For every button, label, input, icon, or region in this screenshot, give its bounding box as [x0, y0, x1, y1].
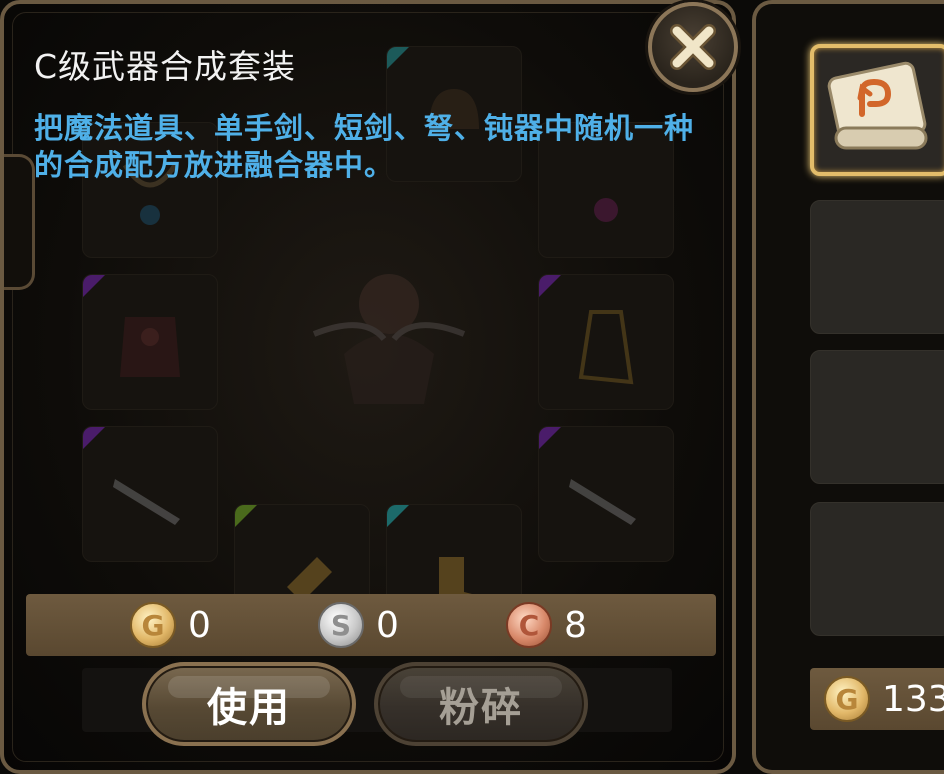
inventory-gold-amount: 133: [882, 678, 944, 720]
inventory-gold-bar: G 133: [810, 668, 944, 730]
character-silhouette: [312, 274, 466, 404]
gold-coin-letter: G: [141, 608, 165, 642]
gold-coin-icon: G: [824, 676, 870, 722]
item-detail-panel: C级武器合成套装 把魔法道具、单手剑、短剑、弩、钝器中随机一种的合成配方放进融合…: [0, 0, 736, 774]
gold-currency: G 0: [130, 602, 211, 648]
silver-coin-icon: S: [318, 602, 364, 648]
inventory-slot-empty[interactable]: [810, 200, 944, 334]
equipment-slot-cloak: [538, 274, 674, 410]
rarity-corner: [83, 275, 105, 297]
currency-bar: G 0 S 0 C 8: [26, 594, 716, 656]
rarity-corner: [387, 505, 409, 527]
use-button[interactable]: 使用: [142, 662, 356, 746]
gold-coin-icon: G: [130, 602, 176, 648]
rarity-corner: [235, 505, 257, 527]
copper-amount: 8: [564, 604, 587, 646]
gold-coin-letter: G: [835, 682, 859, 716]
inventory-slot-empty[interactable]: [810, 350, 944, 484]
copper-coin-icon: C: [506, 602, 552, 648]
smash-button[interactable]: 粉碎: [374, 662, 588, 746]
armor-icon: [120, 317, 180, 377]
smash-button-label: 粉碎: [439, 685, 523, 731]
gold-amount: 0: [188, 604, 211, 646]
rarity-corner: [539, 427, 561, 449]
close-x-icon: [670, 24, 716, 70]
inventory-slot-selected[interactable]: [810, 44, 944, 176]
panel-edge-tab: [4, 154, 35, 290]
copper-currency: C 8: [506, 602, 587, 648]
copper-coin-letter: C: [518, 608, 540, 642]
rarity-corner: [539, 275, 561, 297]
equipment-slot-weapon-left: [82, 426, 218, 562]
silver-amount: 0: [376, 604, 399, 646]
use-button-label: 使用: [207, 685, 291, 731]
rarity-corner: [83, 427, 105, 449]
recipe-scroll-icon: [827, 61, 928, 150]
item-description: 把魔法道具、单手剑、短剑、弩、钝器中随机一种的合成配方放进融合器中。: [34, 111, 695, 182]
sword-icon: [113, 479, 180, 525]
silver-coin-letter: S: [330, 608, 352, 642]
sword-icon: [569, 479, 636, 525]
rarity-corner: [387, 47, 409, 69]
inventory-panel: G 133: [752, 0, 944, 774]
equipment-slot-weapon-right: [538, 426, 674, 562]
equipment-slot-armor: [82, 274, 218, 410]
close-button[interactable]: [648, 2, 738, 92]
item-title: C级武器合成套装: [34, 47, 297, 86]
inventory-slot-empty[interactable]: [810, 502, 944, 636]
cloak-icon: [578, 310, 634, 385]
silver-currency: S 0: [318, 602, 399, 648]
